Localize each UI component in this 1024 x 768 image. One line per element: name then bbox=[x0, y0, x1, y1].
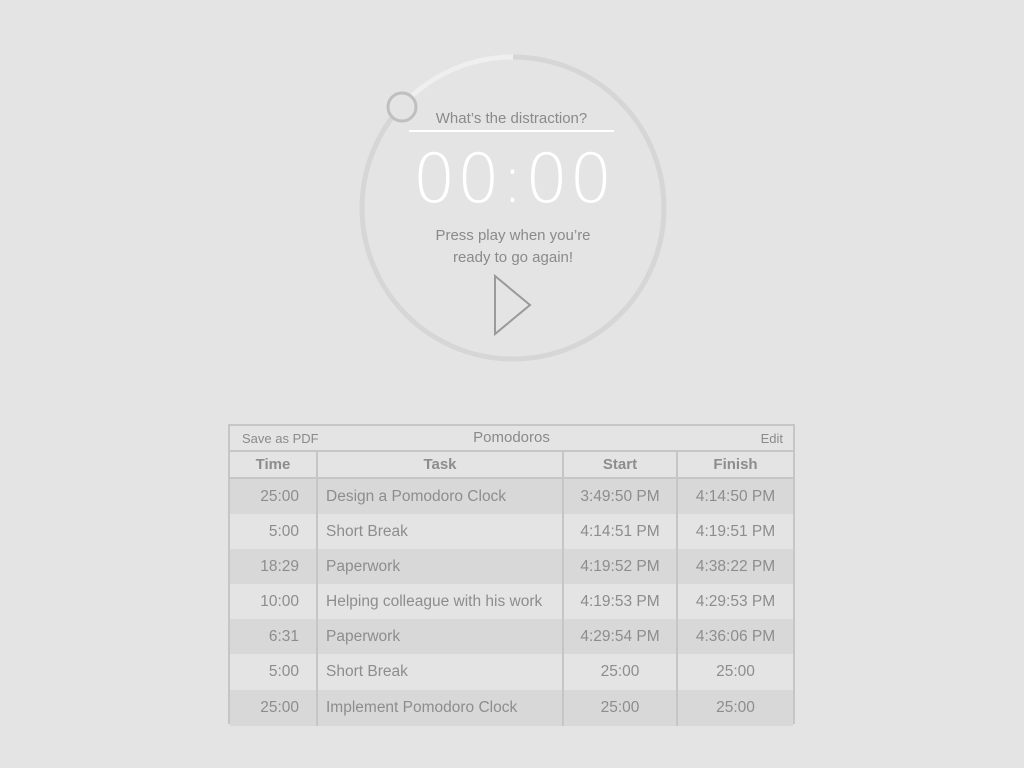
cell-finish: 4:29:53 PM bbox=[676, 584, 793, 619]
table-row: 5:00 Short Break 25:00 25:00 bbox=[230, 654, 793, 690]
cell-time: 10:00 bbox=[230, 584, 317, 619]
table-caption: Save as PDF Pomodoros Edit bbox=[230, 426, 793, 452]
cell-time: 5:00 bbox=[230, 654, 317, 690]
cell-task: Design a Pomodoro Clock bbox=[316, 478, 563, 514]
play-button[interactable] bbox=[492, 273, 534, 337]
cell-task: Short Break bbox=[316, 514, 563, 549]
column-header-start: Start bbox=[562, 452, 677, 479]
cell-task: Short Break bbox=[316, 654, 563, 690]
table-row: 25:00 Design a Pomodoro Clock 3:49:50 PM 4:… bbox=[230, 478, 793, 514]
cell-finish: 25:00 bbox=[676, 690, 793, 726]
cell-start: 3:49:50 PM bbox=[562, 478, 677, 514]
cell-finish: 4:36:06 PM bbox=[676, 619, 793, 654]
table-row: 6:31 Paperwork 4:29:54 PM 4:36:06 PM bbox=[230, 619, 793, 654]
cell-start: 4:14:51 PM bbox=[562, 514, 677, 549]
pomodoro-log: Save as PDF Pomodoros Edit Time Task Sta… bbox=[228, 424, 795, 726]
status-message: Press play when you’re ready to go again… bbox=[357, 225, 669, 269]
cell-time: 6:31 bbox=[230, 619, 317, 654]
column-header-finish: Finish bbox=[676, 452, 793, 479]
cell-time: 18:29 bbox=[230, 549, 317, 584]
table-row: 5:00 Short Break 4:14:51 PM 4:19:51 PM bbox=[230, 514, 793, 549]
table-header-row: Time Task Start Finish bbox=[230, 452, 793, 479]
cell-start: 25:00 bbox=[562, 654, 677, 690]
edit-button[interactable]: Edit bbox=[761, 431, 783, 446]
column-header-time: Time bbox=[230, 452, 317, 479]
table-row: 10:00 Helping colleague with his work 4:19… bbox=[230, 584, 793, 619]
column-header-task: Task bbox=[316, 452, 563, 479]
table-title: Pomodoros bbox=[473, 429, 550, 446]
table-row: 25:00 Implement Pomodoro Clock 25:00 25:00 bbox=[230, 690, 793, 726]
cell-task: Paperwork bbox=[316, 619, 563, 654]
cell-start: 25:00 bbox=[562, 690, 677, 726]
cell-finish: 25:00 bbox=[676, 654, 793, 690]
table-row: 18:29 Paperwork 4:19:52 PM 4:38:22 PM bbox=[230, 549, 793, 584]
cell-start: 4:19:52 PM bbox=[562, 549, 677, 584]
cell-time: 5:00 bbox=[230, 514, 317, 549]
cell-task: Implement Pomodoro Clock bbox=[316, 690, 563, 726]
play-icon bbox=[494, 273, 532, 337]
cell-start: 4:19:53 PM bbox=[562, 584, 677, 619]
cell-time: 25:00 bbox=[230, 690, 317, 726]
status-message-line-1: Press play when you’re bbox=[435, 227, 591, 244]
countdown-display: 00:00 bbox=[412, 140, 614, 219]
status-message-line-2: ready to go again! bbox=[452, 249, 574, 266]
cell-finish: 4:19:51 PM bbox=[676, 514, 793, 549]
cell-finish: 4:14:50 PM bbox=[676, 478, 793, 514]
cell-time: 25:00 bbox=[230, 478, 317, 514]
distraction-input[interactable] bbox=[409, 106, 614, 132]
cell-task: Helping colleague with his work bbox=[316, 584, 563, 619]
cell-start: 4:29:54 PM bbox=[562, 619, 677, 654]
cell-finish: 4:38:22 PM bbox=[676, 549, 793, 584]
pomodoro-table: Time Task Start Finish 25:00 Design a Pom… bbox=[230, 452, 793, 726]
cell-task: Paperwork bbox=[316, 549, 563, 584]
